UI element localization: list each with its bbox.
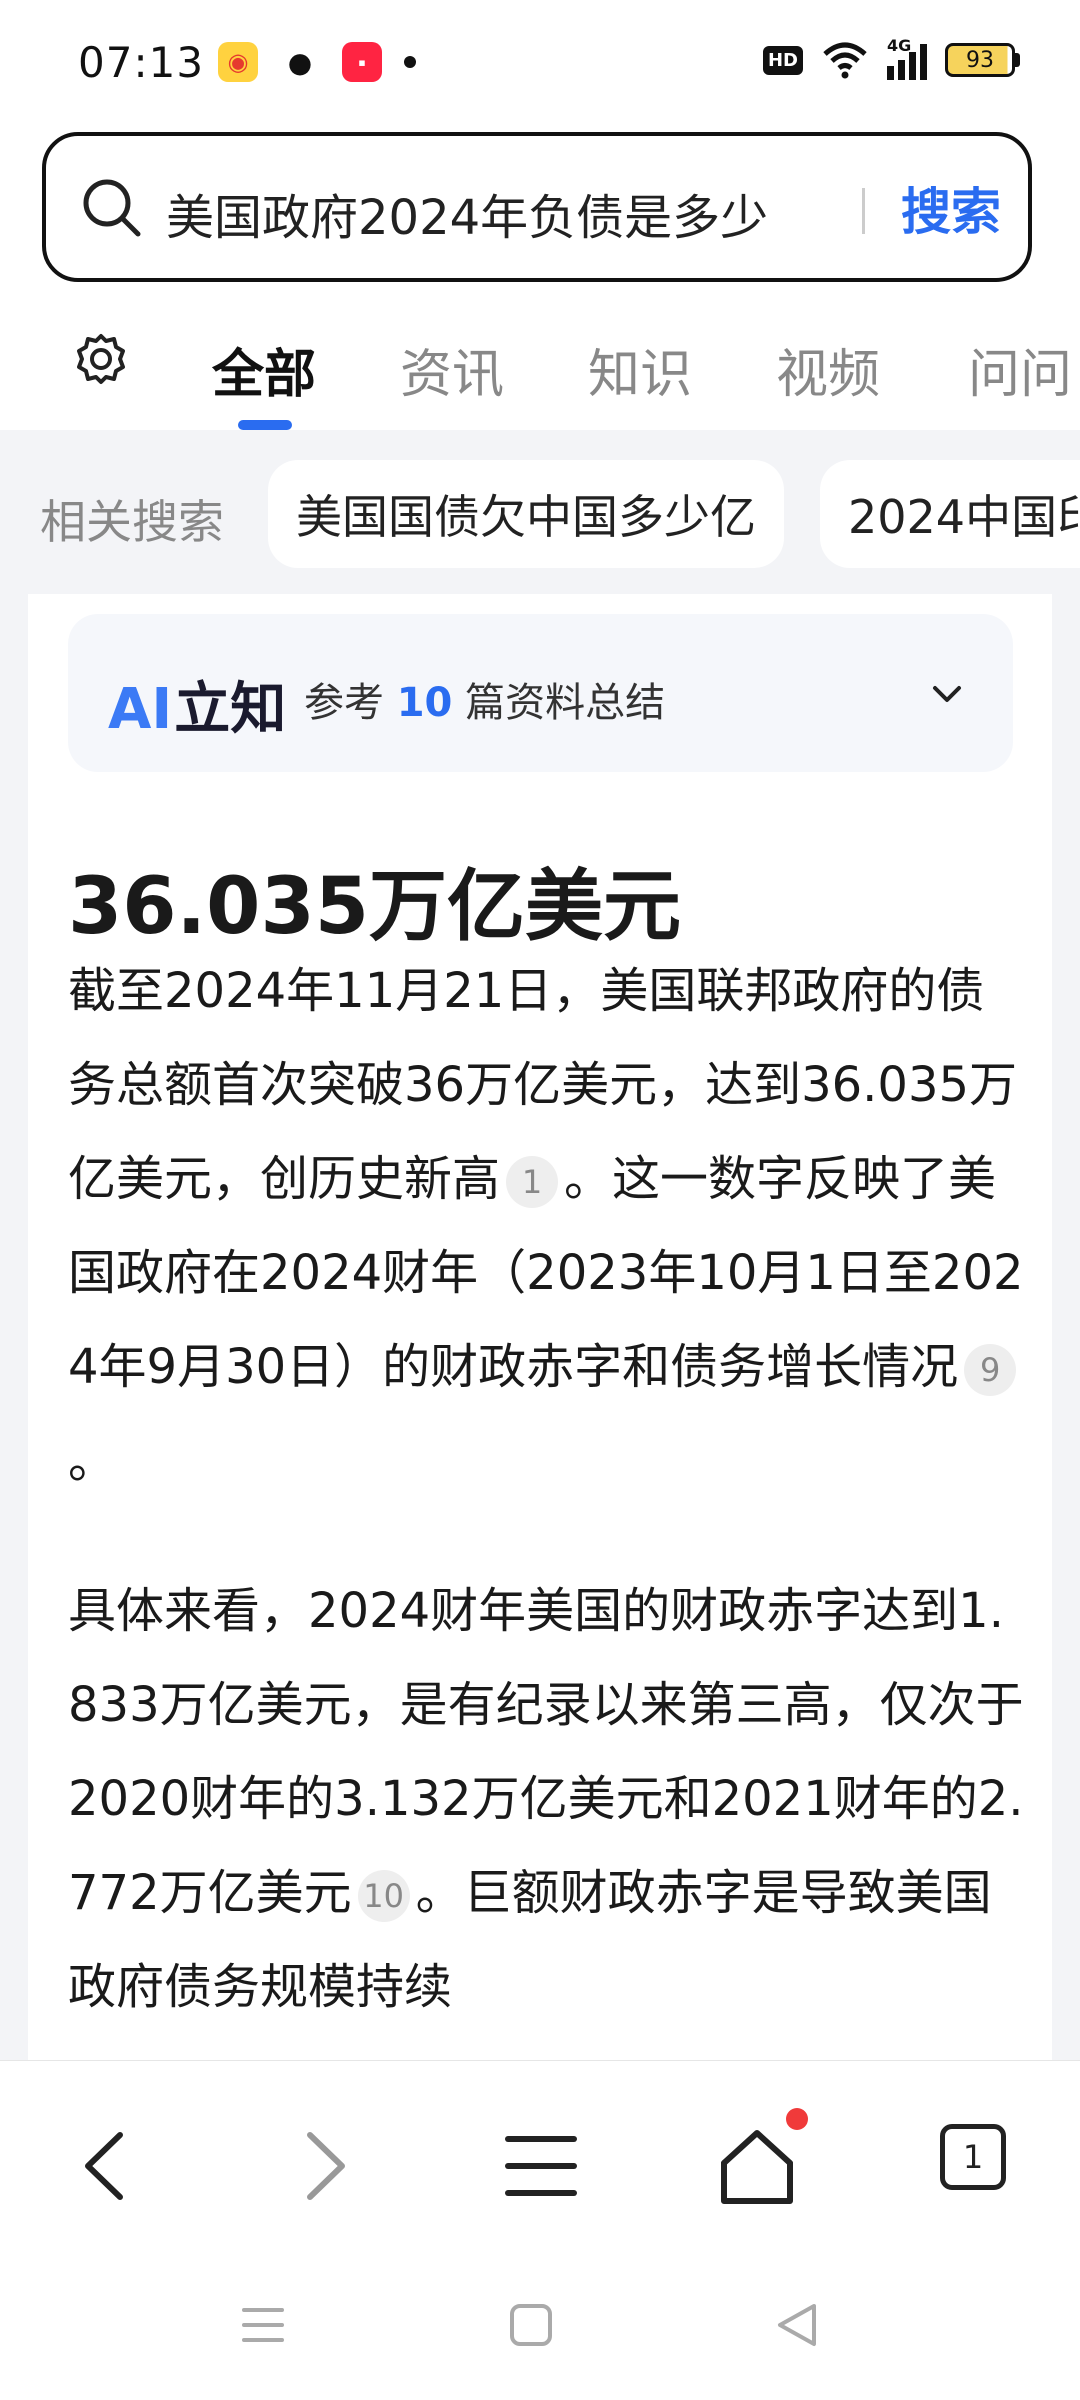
cellular-signal-icon: 4G — [887, 36, 927, 80]
system-nav-bar — [0, 2260, 1080, 2400]
summary-prefix: 参考 — [304, 680, 384, 726]
category-tabs: 全部 资讯 知识 视频 问问 — [0, 300, 1080, 430]
network-type: 4G — [887, 36, 912, 55]
related-chip[interactable]: 美国国债欠中国多少亿 — [268, 460, 784, 568]
active-tab-indicator — [238, 420, 292, 430]
search-button[interactable]: 搜索 — [876, 172, 1026, 244]
tab-knowledge[interactable]: 知识 — [588, 332, 692, 407]
battery-icon: 93 — [945, 43, 1020, 77]
browser-bottom-nav — [0, 2060, 1080, 2260]
system-back-icon[interactable] — [772, 2300, 822, 2350]
summary-suffix: 篇资料总结 — [465, 680, 666, 726]
answer-paragraph-1: 截至2024年11月21日，美国联邦政府的债务总额首次突破36万亿美元，达到36… — [68, 944, 1028, 1508]
gear-icon[interactable] — [74, 332, 128, 386]
xiaohongshu-icon: ▪ — [342, 42, 382, 82]
reference-badge[interactable]: 10 — [357, 1870, 410, 1922]
hd-badge: HD — [762, 45, 803, 75]
ai-logo-zhi: 立知 — [174, 677, 287, 742]
search-divider — [862, 188, 865, 234]
tab-all[interactable]: 全部 — [212, 332, 316, 407]
battery-level: 93 — [966, 47, 994, 73]
ai-summary-header[interactable]: AI 立知 参考 10 篇资料总结 — [68, 614, 1013, 772]
tab-news[interactable]: 资讯 — [400, 332, 504, 407]
status-right: HD 4G 93 — [762, 36, 1020, 80]
forward-icon[interactable] — [278, 2121, 368, 2211]
search-icon — [83, 179, 141, 237]
back-icon[interactable] — [62, 2121, 152, 2211]
ai-answer-card: AI 立知 参考 10 篇资料总结 36.035万亿美元 截至2024年11月21… — [28, 594, 1052, 2060]
weibo-icon: ◉ — [218, 42, 258, 82]
related-searches: 相关搜索 美国国债欠中国多少亿 2024中国印 — [0, 430, 1080, 590]
answer-title: 36.035万亿美元 — [68, 862, 681, 952]
paragraph-text: 。 — [68, 1433, 117, 1489]
menu-icon[interactable] — [496, 2121, 586, 2211]
ai-summary-text: 参考 10 篇资料总结 — [304, 670, 665, 728]
search-input[interactable]: 美国政府2024年负债是多少 — [166, 178, 856, 248]
system-home-icon[interactable] — [506, 2300, 556, 2350]
related-label: 相关搜索 — [40, 495, 224, 549]
chevron-down-icon[interactable] — [927, 674, 967, 714]
reference-badge[interactable]: 9 — [964, 1344, 1017, 1396]
ai-logo: AI 立知 — [108, 664, 286, 745]
more-notifications-icon — [404, 56, 416, 68]
summary-count: 10 — [396, 680, 453, 726]
notification-icons: ◉ ● ▪ — [218, 42, 416, 82]
tab-ask[interactable]: 问问 — [968, 332, 1072, 407]
related-chip[interactable]: 2024中国印 — [820, 460, 1080, 568]
notification-dot — [786, 2108, 808, 2130]
status-bar: 07:13 ◉ ● ▪ HD 4G 93 — [0, 0, 1080, 125]
ai-logo-ai: AI — [108, 677, 173, 742]
status-time: 07:13 — [78, 38, 205, 87]
recent-apps-icon[interactable] — [238, 2300, 288, 2350]
wifi-icon — [823, 42, 867, 79]
home-icon[interactable] — [712, 2121, 802, 2211]
tab-count-button[interactable]: 1 — [940, 2124, 1006, 2190]
answer-paragraph-2: 具体来看，2024财年美国的财政赤字达到1.833万亿美元，是有纪录以来第三高，… — [68, 1564, 1028, 2034]
tab-video[interactable]: 视频 — [776, 332, 880, 407]
search-box[interactable]: 美国政府2024年负债是多少 搜索 — [42, 132, 1032, 282]
wechat-icon: ● — [280, 42, 320, 82]
reference-badge[interactable]: 1 — [506, 1156, 559, 1208]
